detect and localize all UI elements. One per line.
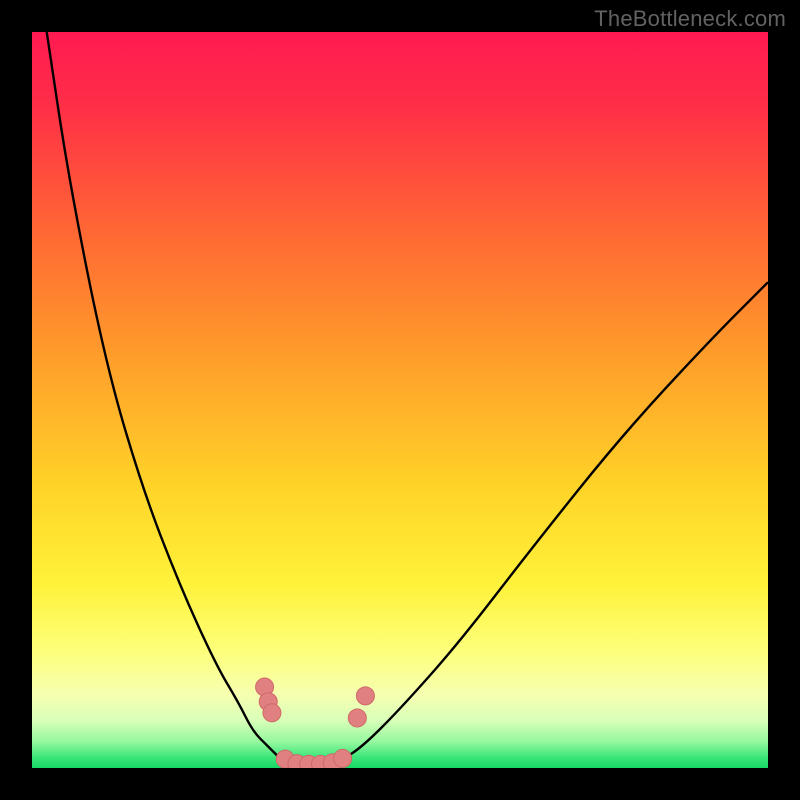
curve-left-branch [47,32,283,761]
watermark-text: TheBottleneck.com [594,6,786,32]
curve-right-branch [341,282,768,760]
chart-frame: TheBottleneck.com [0,0,800,800]
marker-point [334,749,352,767]
curve-layer [32,32,768,768]
marker-point [263,704,281,722]
plot-area [32,32,768,768]
marker-point [356,687,374,705]
marker-group [256,678,375,768]
marker-point [348,709,366,727]
